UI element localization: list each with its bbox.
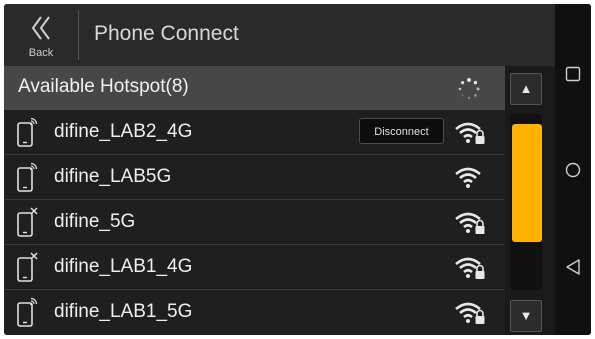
wifi-lock-icon (455, 122, 485, 144)
app-screen: Back Phone Connect Available Hotspot(8) (4, 4, 555, 335)
list-item[interactable]: difine_LAB1_4G (4, 245, 504, 290)
nav-back-button[interactable] (555, 246, 591, 286)
home-button[interactable] (555, 150, 591, 190)
network-name: difine_LAB1_4G (54, 256, 193, 277)
double-chevron-left-icon (31, 16, 50, 40)
hotspot-heading: Available Hotspot(8) (18, 76, 189, 97)
device-frame: Back Phone Connect Available Hotspot(8) (4, 4, 591, 335)
circle-icon (565, 162, 581, 178)
system-nav-bar (555, 4, 591, 335)
scroll-track[interactable] (510, 114, 542, 290)
scroll-thumb[interactable] (512, 124, 542, 242)
phone-signal-icon (17, 117, 38, 147)
phone-signal-icon (17, 297, 38, 327)
network-name: difine_LAB2_4G (54, 121, 193, 142)
network-name: difine_LAB5G (54, 166, 172, 187)
header-divider (78, 10, 79, 60)
page-title: Phone Connect (94, 22, 239, 45)
scrollbar[interactable]: ▲ ▼ (505, 66, 555, 335)
loading-spinner-icon (458, 78, 480, 100)
hotspot-heading-bar: Available Hotspot(8) (4, 66, 555, 110)
phone-signal-icon (17, 162, 38, 192)
list-item[interactable]: difine_LAB5G (4, 155, 504, 200)
list-item[interactable]: difine_LAB2_4G Disconnect (4, 110, 504, 155)
square-icon (565, 66, 581, 82)
network-name: difine_5G (54, 211, 136, 232)
back-label: Back (28, 47, 54, 59)
network-name: difine_LAB1_5G (54, 301, 193, 322)
phone-x-icon (17, 207, 38, 237)
list-item[interactable]: difine_5G (4, 200, 504, 245)
scroll-up-button[interactable]: ▲ (510, 73, 542, 105)
scroll-down-button[interactable]: ▼ (510, 300, 542, 332)
wifi-lock-icon (455, 257, 485, 279)
wifi-lock-icon (455, 212, 485, 234)
hotspot-list: difine_LAB2_4G Disconnect difine_LAB5G d… (4, 110, 504, 335)
list-item[interactable]: difine_LAB1_5G (4, 290, 504, 335)
back-button[interactable]: Back (4, 4, 78, 66)
recent-apps-button[interactable] (555, 54, 591, 94)
disconnect-button[interactable]: Disconnect (359, 118, 444, 144)
wifi-lock-icon (455, 302, 485, 324)
header: Back Phone Connect (4, 4, 555, 66)
wifi-icon (455, 167, 481, 188)
phone-x-icon (17, 252, 38, 282)
triangle-back-icon (566, 259, 580, 275)
